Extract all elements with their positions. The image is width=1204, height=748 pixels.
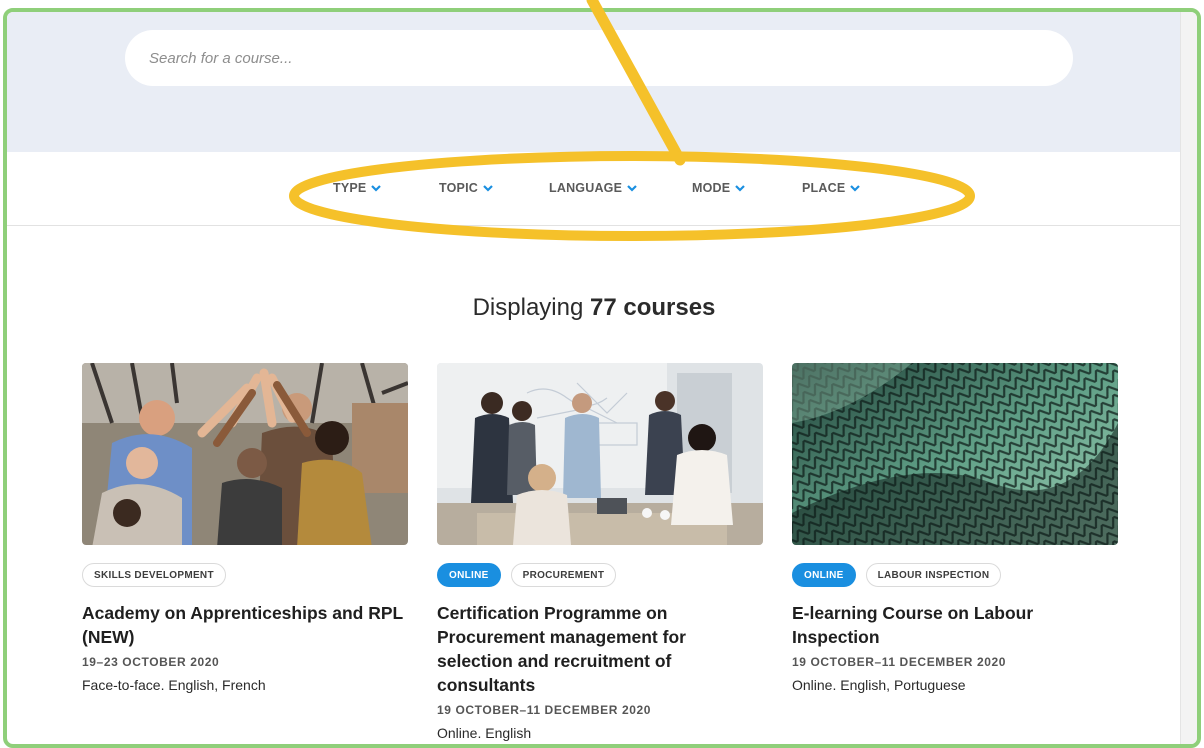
course-title[interactable]: E-learning Course on Labour Inspection [792, 601, 1118, 649]
chevron-down-icon [735, 185, 746, 192]
tag-online[interactable]: ONLINE [437, 563, 501, 587]
tag-skills-development[interactable]: SKILLS DEVELOPMENT [82, 563, 226, 587]
course-image-meeting[interactable] [437, 363, 763, 545]
tag-labour-inspection[interactable]: LABOUR INSPECTION [865, 563, 1002, 587]
chevron-down-icon [371, 185, 382, 192]
course-card[interactable]: SKILLS DEVELOPMENT Academy on Apprentice… [82, 363, 408, 693]
filter-topic[interactable]: TOPIC [439, 181, 494, 195]
course-card[interactable]: ONLINE PROCUREMENT Certification Program… [437, 363, 763, 741]
search-input[interactable] [125, 30, 1073, 86]
course-image-abstract-wave[interactable] [792, 363, 1118, 545]
filter-mode[interactable]: MODE [692, 181, 746, 195]
course-tags: ONLINE LABOUR INSPECTION [792, 563, 1118, 587]
filter-place-label: PLACE [802, 181, 846, 195]
chevron-down-icon [483, 185, 493, 192]
results-count: 77 courses [589, 294, 716, 321]
course-image-teamwork[interactable] [82, 363, 408, 545]
course-date: 19–23 OCTOBER 2020 [82, 655, 220, 669]
course-tags: ONLINE PROCUREMENT [437, 563, 763, 587]
course-date: 19 OCTOBER–11 DECEMBER 2020 [792, 655, 1007, 669]
filter-place[interactable]: PLACE [802, 181, 861, 195]
filter-language-label: LANGUAGE [549, 181, 623, 195]
filter-mode-label: MODE [692, 181, 731, 195]
course-detail: Online. English, Portuguese [792, 677, 966, 693]
course-tags: SKILLS DEVELOPMENT [82, 563, 408, 587]
course-title[interactable]: Certification Programme on Procurement m… [437, 601, 763, 697]
results-count-heading: Displaying 77 courses [7, 294, 1181, 322]
course-date: 19 OCTOBER–11 DECEMBER 2020 [437, 703, 652, 717]
course-title[interactable]: Academy on Apprenticeships and RPL (NEW) [82, 601, 408, 649]
filter-type[interactable]: TYPE [333, 181, 382, 195]
tag-procurement[interactable]: PROCUREMENT [510, 563, 617, 587]
chevron-down-icon [627, 185, 637, 192]
course-card[interactable]: ONLINE LABOUR INSPECTION E-learning Cour… [792, 363, 1118, 693]
results-prefix: Displaying [472, 294, 590, 321]
filter-bar: TYPE TOPIC LANGUAGE MODE PLACE [7, 152, 1181, 226]
course-detail: Online. English [437, 725, 532, 741]
chevron-down-icon [850, 185, 861, 192]
tag-online[interactable]: ONLINE [792, 563, 856, 587]
filter-type-label: TYPE [333, 181, 367, 195]
filter-topic-label: TOPIC [439, 181, 478, 195]
browser-frame: TYPE TOPIC LANGUAGE MODE PLACE Displayin… [3, 8, 1201, 748]
filter-language[interactable]: LANGUAGE [549, 181, 638, 195]
scrollbar[interactable] [1180, 12, 1197, 744]
search-band [7, 12, 1181, 152]
course-detail: Face-to-face. English, French [82, 677, 266, 693]
